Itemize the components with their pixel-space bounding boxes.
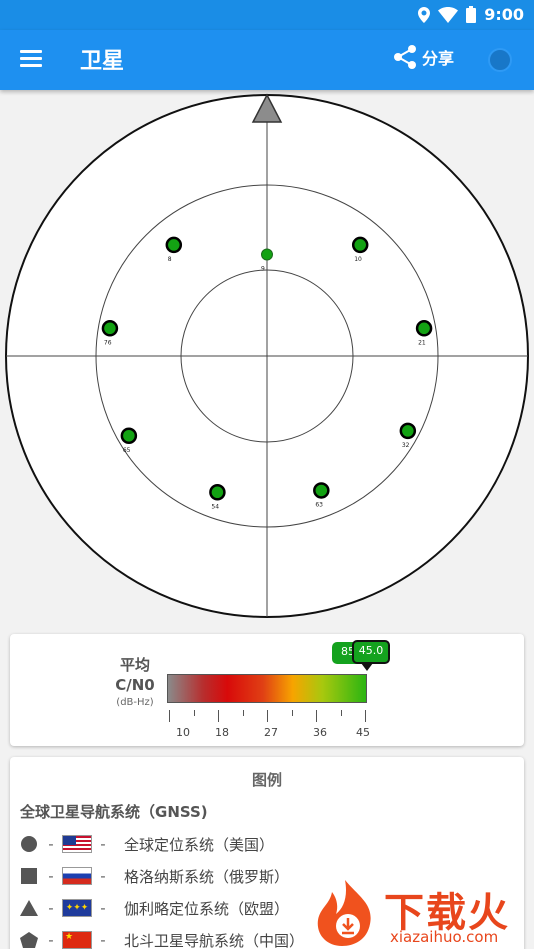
- battery-icon: [466, 6, 477, 23]
- cn0-tick-labels: 10 18 27 36 45: [167, 726, 370, 740]
- cn0-tick: [218, 710, 219, 722]
- satellite-marker: [101, 320, 119, 337]
- cn0-gradient-bar: [167, 674, 367, 703]
- legend-dash: -: [100, 867, 106, 885]
- cn0-tick-label: 45: [356, 726, 370, 739]
- satellite-label: 8: [168, 256, 172, 263]
- russia-flag-icon: [62, 867, 92, 885]
- cn0-tick-label: 27: [264, 726, 278, 739]
- legend-dash: -: [100, 835, 106, 853]
- legend-dash: -: [48, 835, 54, 853]
- share-button[interactable]: 分享: [392, 44, 454, 70]
- square-icon: [18, 865, 40, 887]
- satellite-label: 65: [123, 447, 131, 454]
- cn0-marker-front: 45.0: [352, 640, 390, 664]
- satellite-marker: [351, 236, 369, 254]
- cn0-tick: [242, 710, 244, 716]
- china-flag-icon: ★: [62, 931, 92, 949]
- app-bar: 卫星 分享: [0, 30, 534, 90]
- watermark-domain: xiazaihuo.com: [390, 928, 499, 946]
- satellite-label: 76: [104, 339, 112, 346]
- legend-item-name: 伽利略定位系统（欧盟）: [124, 899, 290, 918]
- legend-dash: -: [48, 867, 54, 885]
- page-title: 卫星: [80, 49, 125, 74]
- satellite-marker: [399, 422, 417, 440]
- circle-icon: [18, 833, 40, 855]
- watermark: 下载火 xiazaihuo.com: [312, 876, 534, 949]
- legend-item-gps: - - 全球定位系统（美国）: [18, 831, 274, 857]
- cn0-tick: [267, 710, 268, 722]
- us-flag-icon: [62, 835, 92, 853]
- satellite-marker: [313, 482, 330, 499]
- sky-plot-canvas: 9 10 21 32 63 54 65 76 8: [5, 93, 529, 618]
- cn0-card: 平均 C/N0 (dB-Hz) 85 45.0 10 18 27 36 45: [10, 634, 524, 746]
- legend-item-name: 北斗卫星导航系统（中国）: [124, 931, 305, 949]
- pentagon-icon: [18, 929, 40, 949]
- satellite-label: 10: [354, 256, 362, 263]
- satellite-label: 9: [261, 266, 265, 273]
- cn0-tick: [193, 710, 195, 716]
- legend-subtitle: 全球卫星导航系统（GNSS): [20, 803, 208, 821]
- legend-dash: -: [48, 931, 54, 949]
- location-icon: [418, 6, 431, 23]
- legend-title: 图例: [251, 771, 282, 789]
- cn0-marker-pointer: [361, 663, 373, 671]
- cn0-label: C/N0: [115, 676, 155, 694]
- legend-dash: -: [100, 931, 106, 949]
- flame-logo-icon: [317, 880, 371, 946]
- status-icons: 9:00: [418, 5, 524, 24]
- cn0-tick-label: 18: [215, 726, 229, 739]
- sky-plot: 9 10 21 32 63 54 65 76 8: [0, 90, 534, 625]
- cn0-tick-label: 10: [176, 726, 190, 739]
- legend-dash: -: [48, 899, 54, 917]
- legend-item-galileo: - ✦✦✦ - 伽利略定位系统（欧盟）: [18, 895, 289, 921]
- satellite-label: 63: [315, 501, 323, 508]
- cn0-unit: (dB-Hz): [116, 697, 154, 708]
- legend-item-glonass: - - 格洛纳斯系统（俄罗斯）: [18, 863, 289, 889]
- satellite-label: 32: [402, 442, 410, 449]
- satellite-label: 54: [211, 503, 219, 510]
- cn0-tick: [365, 710, 366, 722]
- satellite-label: 21: [418, 339, 426, 346]
- cn0-tick: [316, 710, 317, 722]
- eu-flag-icon: ✦✦✦: [62, 899, 92, 917]
- toggle-button[interactable]: [488, 48, 512, 72]
- legend-item-name: 格洛纳斯系统（俄罗斯）: [124, 867, 290, 886]
- status-bar: 9:00: [0, 0, 534, 30]
- legend-item-name: 全球定位系统（美国）: [124, 835, 275, 854]
- satellite-marker: [261, 248, 273, 261]
- cn0-tick: [291, 710, 293, 716]
- share-icon: [394, 45, 416, 69]
- cn0-tick-label: 36: [313, 726, 327, 739]
- cn0-tick-row: [167, 710, 367, 722]
- cn0-tick: [340, 710, 342, 716]
- share-label: 分享: [422, 49, 455, 68]
- cn0-tick: [169, 710, 170, 722]
- wifi-icon: [438, 6, 459, 23]
- legend-dash: -: [100, 899, 106, 917]
- legend-item-beidou: - ★ - 北斗卫星导航系统（中国）: [18, 927, 304, 949]
- satellite-marker: [165, 236, 183, 254]
- triangle-icon: [18, 897, 40, 919]
- satellite-marker: [415, 320, 433, 337]
- cn0-average-label: 平均: [119, 656, 150, 674]
- clock: 9:00: [484, 5, 524, 24]
- satellite-marker: [209, 484, 226, 501]
- satellite-marker: [120, 427, 138, 444]
- menu-icon[interactable]: [14, 46, 48, 74]
